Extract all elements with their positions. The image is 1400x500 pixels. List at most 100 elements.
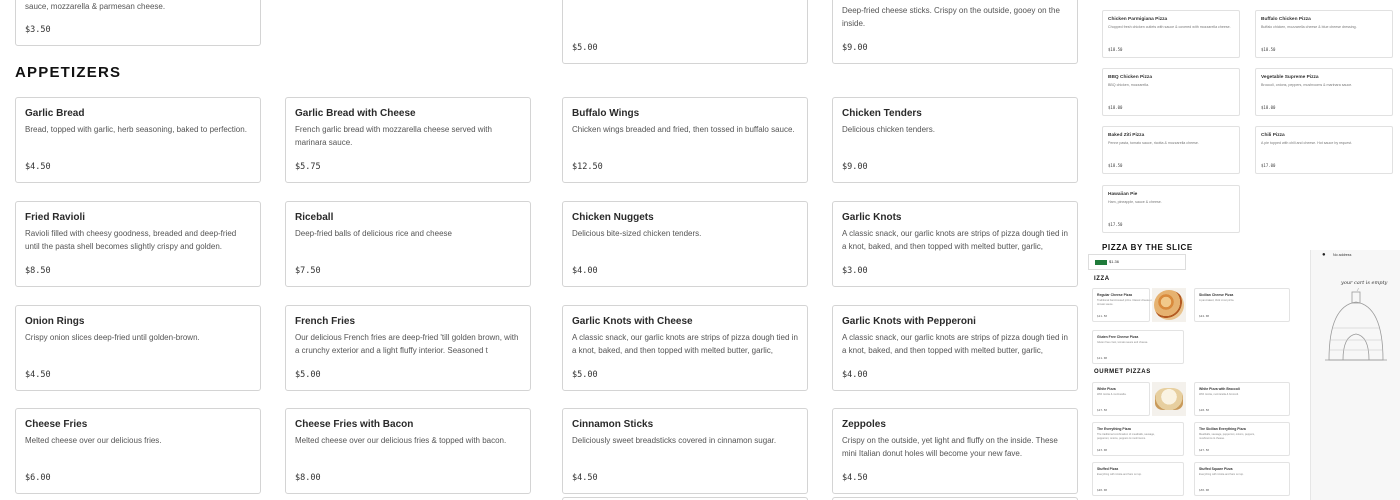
gourmet-heading: OURMET PIZZAS	[1094, 369, 1151, 375]
screenshot-menu-tile[interactable]: White Pizza with Broccoli With ricotta, m…	[1194, 382, 1290, 416]
tile-description: Gluten free crust, tomato sauce and chee…	[1097, 341, 1149, 344]
item-price: $12.50	[572, 162, 603, 172]
mini-item-price: $18.50	[1108, 163, 1123, 168]
screenshot-menu-tile[interactable]: Stuffed Pizza Everything with ricotta and…	[1092, 462, 1184, 496]
item-title: Zeppoles	[842, 419, 886, 430]
oven-dome	[1328, 301, 1384, 361]
menu-item-card[interactable]: Garlic Knots A classic snack, our garlic …	[832, 201, 1078, 287]
pizza-photo	[1154, 290, 1184, 320]
location-pin-icon[interactable]: ●	[1322, 252, 1326, 258]
item-description: Ravioli filled with cheesy goodness, bre…	[25, 229, 237, 251]
item-price: $4.50	[25, 162, 51, 172]
mini-item-description: Penne pasta, tomato sauce, ricotta & moz…	[1108, 141, 1199, 145]
screenshot-menu-tile[interactable]: Regular Cheese Pizza Traditional hand-tos…	[1092, 288, 1153, 322]
menu-item-card[interactable]: Cheese Fries Melted cheese over our delic…	[15, 408, 261, 494]
menu-item-card[interactable]: Fried Ravioli Ravioli filled with cheesy …	[15, 201, 261, 287]
menu-item-card[interactable]: $5.00	[562, 0, 808, 64]
tile-price: $30.00	[1199, 488, 1210, 492]
item-price: $8.00	[295, 473, 321, 483]
menu-item-card[interactable]: Zeppoles Crispy on the outside, yet light…	[832, 408, 1078, 494]
pizza-heading: IZZA	[1094, 276, 1110, 282]
tile-price: $23.00	[1097, 448, 1108, 452]
mini-item-price: $17.00	[1261, 163, 1276, 168]
tile-price: $24.00	[1199, 314, 1210, 318]
item-title: Cheese Fries	[25, 419, 88, 430]
menu-item-card[interactable]: Garlic Knots with Pepperoni A classic sna…	[832, 305, 1078, 391]
menu-item-card[interactable]: Chicken Nuggets Delicious bite-sized chic…	[562, 201, 808, 287]
item-title: Cinnamon Sticks	[572, 419, 654, 430]
item-price: $5.75	[295, 162, 321, 172]
item-description: Crispy onion slices deep-fried until gol…	[25, 333, 200, 342]
tile-price: $20.00	[1097, 488, 1108, 492]
tile-title: Stuffed Pizza	[1097, 467, 1119, 471]
menu-item-card[interactable]: Buffalo Wings Chicken wings breaded and f…	[562, 97, 808, 183]
menu-item-card[interactable]: Cheese Fries with Bacon Melted cheese ove…	[285, 408, 531, 494]
menu-item-card[interactable]: Chicken Tenders Delicious chicken tenders…	[832, 97, 1078, 183]
item-description: Deep-fried balls of delicious rice and c…	[295, 229, 452, 238]
cart-empty-text: your cart is empty	[1341, 280, 1388, 286]
item-price: $3.00	[842, 266, 868, 276]
tile-description: Everything with ricotta and ham on top.	[1199, 473, 1244, 476]
screenshot-menu-tile[interactable]: Stuffed Square Pizza Everything with rico…	[1194, 462, 1290, 496]
menu-item-card[interactable]: Onion Rings Crispy onion slices deep-frie…	[15, 305, 261, 391]
item-title: Buffalo Wings	[572, 108, 640, 119]
screenshot-menu-tile[interactable]: White Pizza With ricotta & mozzarella. $17…	[1092, 382, 1150, 416]
mini-item-price: $18.00	[1108, 105, 1123, 110]
item-price: $5.00	[295, 370, 321, 380]
pizza-image	[1152, 382, 1186, 416]
item-title: Onion Rings	[25, 316, 85, 327]
tile-description: The traditional combination of meatballs…	[1097, 433, 1155, 440]
menu-item-card[interactable]: Garlic Bread with Cheese French garlic br…	[285, 97, 531, 183]
screenshot-menu-tile[interactable]: The Everything Pizza The traditional comb…	[1092, 422, 1184, 456]
tile-title: Regular Cheese Pizza	[1097, 293, 1133, 297]
mini-item-price: $18.50	[1261, 47, 1276, 52]
mini-item-description: BBQ chicken, mozzarella.	[1108, 83, 1150, 87]
item-description: sauce, mozzarella & parmesan cheese.	[25, 2, 166, 11]
tile-description: With ricotta & mozzarella.	[1097, 393, 1127, 396]
mini-menu-item[interactable]: Chili Pizza A pie topped with chili and c…	[1255, 126, 1393, 174]
mini-item-title: Chili Pizza	[1261, 133, 1285, 138]
menu-item-card[interactable]: Deep-fried cheese sticks. Crispy on the …	[832, 0, 1078, 64]
mini-menu-item[interactable]: Baked Ziti Pizza Penne pasta, tomato sauc…	[1102, 126, 1240, 174]
oven-illustration	[1325, 288, 1387, 361]
mini-item-title: Baked Ziti Pizza	[1108, 133, 1145, 138]
menu-item-card[interactable]: Garlic Knots with Cheese A classic snack,…	[562, 305, 808, 391]
oven-smoke	[1356, 288, 1359, 292]
tile-title: Sicilian Cheese Pizza	[1199, 293, 1234, 297]
item-price: $4.00	[572, 266, 598, 276]
item-description: Delicious chicken tenders.	[842, 125, 935, 134]
screenshot-menu-tile[interactable]: The Sicilian Everything Pizza Meatballs, …	[1194, 422, 1290, 456]
menu-item-card[interactable]: Riceball Deep-fried balls of delicious ri…	[285, 201, 531, 287]
item-title: Garlic Bread with Cheese	[295, 108, 416, 119]
item-title: Garlic Knots with Pepperoni	[842, 316, 976, 327]
screenshot-menu-tile[interactable]: Gluten Free Cheese Pizza Gluten free crus…	[1092, 330, 1184, 364]
mini-menu-item[interactable]: Vegetable Supreme Pizza Broccoli, onions,…	[1255, 68, 1393, 116]
menu-item-card[interactable]: sauce, mozzarella & parmesan cheese. $3.…	[15, 0, 261, 46]
oven-chimney	[1351, 291, 1361, 304]
section-title: APPETIZERS	[15, 64, 122, 81]
tile-title: Stuffed Square Pizza	[1199, 467, 1233, 471]
mini-menu-item[interactable]: BBQ Chicken Pizza BBQ chicken, mozzarella…	[1102, 68, 1240, 116]
tile-title: White Pizza with Broccoli	[1199, 387, 1240, 391]
mini-menu-item[interactable]: Hawaiian Pie Ham, pineapple, sauce & chee…	[1102, 185, 1240, 233]
item-title: French Fries	[295, 316, 356, 327]
item-title: Chicken Tenders	[842, 108, 922, 119]
item-price: $6.00	[25, 473, 51, 483]
mini-menu-item[interactable]: Chicken Parmigiana Pizza Chopped fresh ch…	[1102, 10, 1240, 58]
item-title: Garlic Bread	[25, 108, 85, 119]
tile-price: $11.50	[1097, 314, 1108, 318]
screenshot-menu-tile[interactable]: Sicilian Cheese Pizza A pan-baked, thick …	[1194, 288, 1290, 322]
item-description: A classic snack, our garlic knots are st…	[572, 333, 798, 355]
menu-item-card[interactable]: Cinnamon Sticks Deliciously sweet breadst…	[562, 408, 808, 494]
item-price: $7.50	[295, 266, 321, 276]
mini-item-description: Buffalo chicken, mozzarella cheese & blu…	[1261, 25, 1357, 29]
menu-item-card[interactable]: French Fries Our delicious French fries a…	[285, 305, 531, 391]
address-label[interactable]: No address	[1333, 253, 1351, 257]
item-title: Fried Ravioli	[25, 212, 86, 223]
screenshot-topbar: $1.36	[1088, 254, 1186, 270]
menu-item-card[interactable]: Garlic Bread Bread, topped with garlic, h…	[15, 97, 261, 183]
item-description: Bread, topped with garlic, herb seasonin…	[25, 125, 247, 134]
item-description: Deliciously sweet breadsticks covered in…	[572, 436, 777, 445]
item-price: $5.00	[572, 43, 598, 53]
mini-menu-item[interactable]: Buffalo Chicken Pizza Buffalo chicken, mo…	[1255, 10, 1393, 58]
